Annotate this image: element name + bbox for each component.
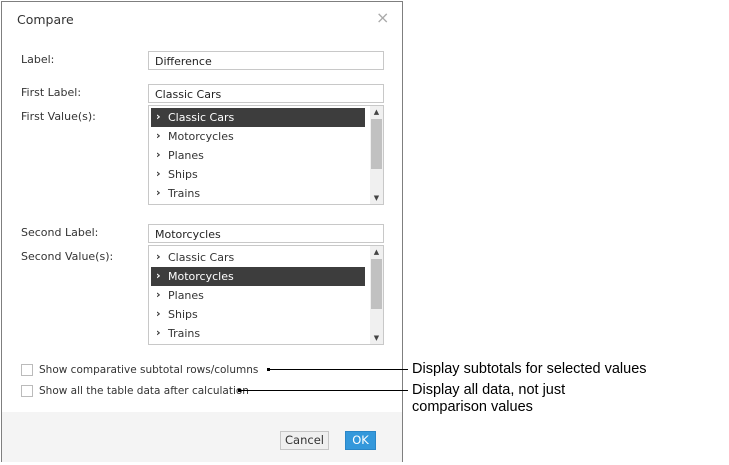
- first-label-field-label: First Label:: [21, 86, 82, 99]
- first-values-item[interactable]: › Motorcycles: [151, 127, 365, 146]
- callout-line-all-data: [239, 390, 408, 391]
- first-values-item-label: Trains: [168, 187, 201, 200]
- second-values-item[interactable]: › Trains: [151, 324, 365, 343]
- second-label-input[interactable]: Motorcycles: [148, 224, 384, 243]
- second-label-field-label: Second Label:: [21, 226, 99, 239]
- chevron-right-icon: ›: [156, 269, 161, 282]
- label-field-label: Label:: [21, 53, 55, 66]
- compare-dialog: Compare × Label: Difference First Label:…: [1, 1, 403, 462]
- first-label-input[interactable]: Classic Cars: [148, 84, 384, 103]
- first-values-label: First Value(s):: [21, 110, 96, 123]
- second-values-item-label: Motorcycles: [168, 270, 234, 283]
- second-values-list[interactable]: › Classic Cars › Motorcycles › Planes › Ships › T…: [148, 245, 384, 345]
- cancel-button[interactable]: Cancel: [280, 431, 329, 450]
- second-values-item[interactable]: › Classic Cars: [151, 248, 365, 267]
- close-icon[interactable]: ×: [376, 8, 389, 27]
- second-values-scrollbar[interactable]: ▲ ▼: [370, 246, 383, 344]
- second-values-item-label: Planes: [168, 289, 204, 302]
- first-values-item[interactable]: › Ships: [151, 165, 365, 184]
- first-values-list[interactable]: › Classic Cars › Motorcycles › Planes › Ships › T…: [148, 105, 384, 205]
- first-values-scrollbar[interactable]: ▲ ▼: [370, 106, 383, 204]
- scroll-up-icon[interactable]: ▲: [370, 246, 383, 258]
- second-values-item-label: Classic Cars: [168, 251, 235, 264]
- first-values-item-label: Classic Cars: [168, 111, 235, 124]
- first-values-item[interactable]: › Planes: [151, 146, 365, 165]
- second-values-item-label: Trains: [168, 327, 201, 340]
- chevron-right-icon: ›: [156, 110, 161, 123]
- second-values-item[interactable]: › Ships: [151, 305, 365, 324]
- dialog-title: Compare: [17, 12, 74, 27]
- chevron-right-icon: ›: [156, 129, 161, 142]
- all-data-checkbox-label[interactable]: Show all the table data after calculatio…: [39, 385, 249, 397]
- subtotals-checkbox-label[interactable]: Show comparative subtotal rows/columns: [39, 364, 258, 376]
- scroll-down-icon[interactable]: ▼: [370, 192, 383, 204]
- first-values-item-label: Planes: [168, 149, 204, 162]
- chevron-right-icon: ›: [156, 148, 161, 161]
- second-values-label: Second Value(s):: [21, 250, 114, 263]
- second-values-item[interactable]: › Planes: [151, 286, 365, 305]
- callout-line-subtotals: [268, 369, 408, 370]
- scroll-up-icon[interactable]: ▲: [370, 106, 383, 118]
- second-values-item-label: Ships: [168, 308, 198, 321]
- chevron-right-icon: ›: [156, 167, 161, 180]
- callout-all-data-line1: Display all data, not just: [412, 382, 566, 398]
- callout-subtotals: Display subtotals for selected values: [412, 361, 647, 377]
- dialog-titlebar: Compare ×: [2, 2, 402, 37]
- scrollbar-thumb[interactable]: [371, 259, 382, 309]
- first-values-item-label: Motorcycles: [168, 130, 234, 143]
- dialog-body: Label: Difference First Label: Classic C…: [2, 37, 402, 412]
- scroll-down-icon[interactable]: ▼: [370, 332, 383, 344]
- second-values-item[interactable]: › Motorcycles: [151, 267, 365, 286]
- scrollbar-thumb[interactable]: [371, 119, 382, 169]
- chevron-right-icon: ›: [156, 307, 161, 320]
- first-values-item[interactable]: › Trains: [151, 184, 365, 203]
- subtotals-checkbox[interactable]: [21, 364, 33, 376]
- chevron-right-icon: ›: [156, 250, 161, 263]
- callout-dot: [267, 368, 270, 371]
- chevron-right-icon: ›: [156, 288, 161, 301]
- first-values-item[interactable]: › Classic Cars: [151, 108, 365, 127]
- callout-dot: [238, 389, 241, 392]
- all-data-checkbox[interactable]: [21, 385, 33, 397]
- chevron-right-icon: ›: [156, 186, 161, 199]
- chevron-right-icon: ›: [156, 326, 161, 339]
- dialog-footer: Cancel OK: [2, 412, 402, 462]
- callout-all-data-line2: comparison values: [412, 399, 533, 415]
- label-input[interactable]: Difference: [148, 51, 384, 70]
- ok-button[interactable]: OK: [345, 431, 376, 450]
- first-values-item-label: Ships: [168, 168, 198, 181]
